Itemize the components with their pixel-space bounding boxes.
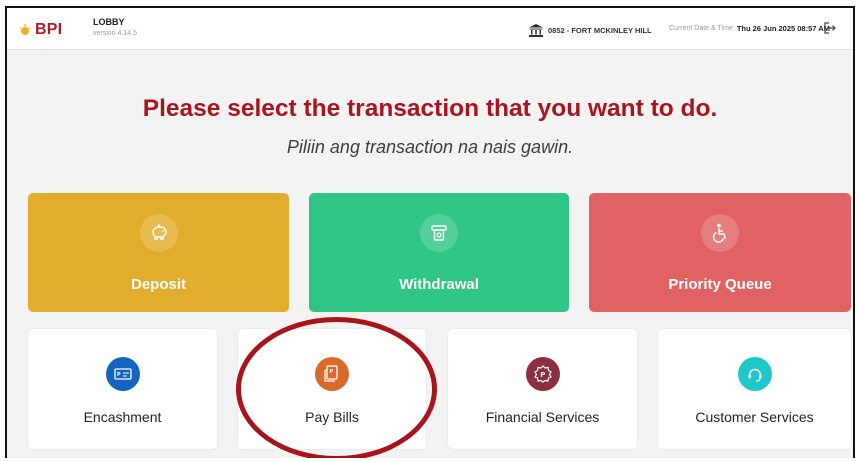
svg-text:P: P	[117, 372, 121, 378]
encashment-label: Encashment	[83, 409, 162, 425]
kiosk-screen: BPI LOBBY version 4.14.5 0852 - FORT MCK…	[5, 6, 855, 458]
logo-text: BPI	[35, 21, 63, 38]
deposit-button[interactable]: Deposit	[28, 193, 289, 312]
customer-services-button[interactable]: Customer Services	[658, 329, 851, 449]
top-bar: BPI LOBBY version 4.14.5 0852 - FORT MCK…	[7, 8, 853, 50]
bill-icon: P	[315, 357, 349, 391]
priority-queue-label: Priority Queue	[668, 276, 772, 293]
deposit-label: Deposit	[130, 276, 186, 293]
page-title: Please select the transaction that you w…	[142, 95, 718, 122]
page-subtitle: Piliin ang transaction na nais gawin.	[286, 137, 574, 157]
withdrawal-button[interactable]: Withdrawal	[309, 193, 569, 312]
encashment-button[interactable]: P Encashment	[28, 329, 217, 449]
customer-services-label: Customer Services	[695, 409, 814, 425]
financial-services-button[interactable]: P Financial Services	[448, 329, 637, 449]
lobby-title: LOBBY	[93, 17, 125, 27]
wheelchair-icon	[701, 214, 739, 252]
financial-services-label: Financial Services	[485, 409, 600, 425]
logout-icon	[824, 22, 836, 34]
svg-text:P: P	[330, 369, 334, 375]
headset-icon	[737, 357, 772, 391]
date-time-value: Thu 26 Jun 2025 08:57 AM	[736, 24, 830, 33]
priority-queue-button[interactable]: Priority Queue	[589, 193, 851, 312]
date-time: Current Date & Time Thu 26 Jun 2025 08:5…	[669, 24, 830, 33]
svg-text:P: P	[540, 371, 545, 379]
check-icon: P	[105, 357, 140, 391]
pay-bills-label: Pay Bills	[305, 409, 359, 425]
bank-building-icon	[529, 24, 543, 37]
gear-peso-icon: P	[525, 357, 560, 391]
lobby-info: LOBBY version 4.14.5	[93, 17, 137, 37]
app-version: version 4.14.5	[93, 30, 137, 37]
logout-button[interactable]	[823, 21, 837, 40]
branch-info: 0852 - FORT MCKINLEY HILL	[529, 24, 652, 37]
date-time-label: Current Date & Time	[669, 25, 733, 32]
pay-bills-button[interactable]: P Pay Bills	[238, 329, 426, 449]
cash-dispense-icon	[420, 214, 458, 252]
bpi-logo: BPI	[17, 21, 62, 39]
branch-name: 0852 - FORT MCKINLEY HILL	[548, 26, 652, 35]
withdrawal-label: Withdrawal	[399, 276, 479, 293]
bpi-sun-icon	[19, 23, 31, 35]
piggy-bank-icon	[139, 214, 178, 252]
